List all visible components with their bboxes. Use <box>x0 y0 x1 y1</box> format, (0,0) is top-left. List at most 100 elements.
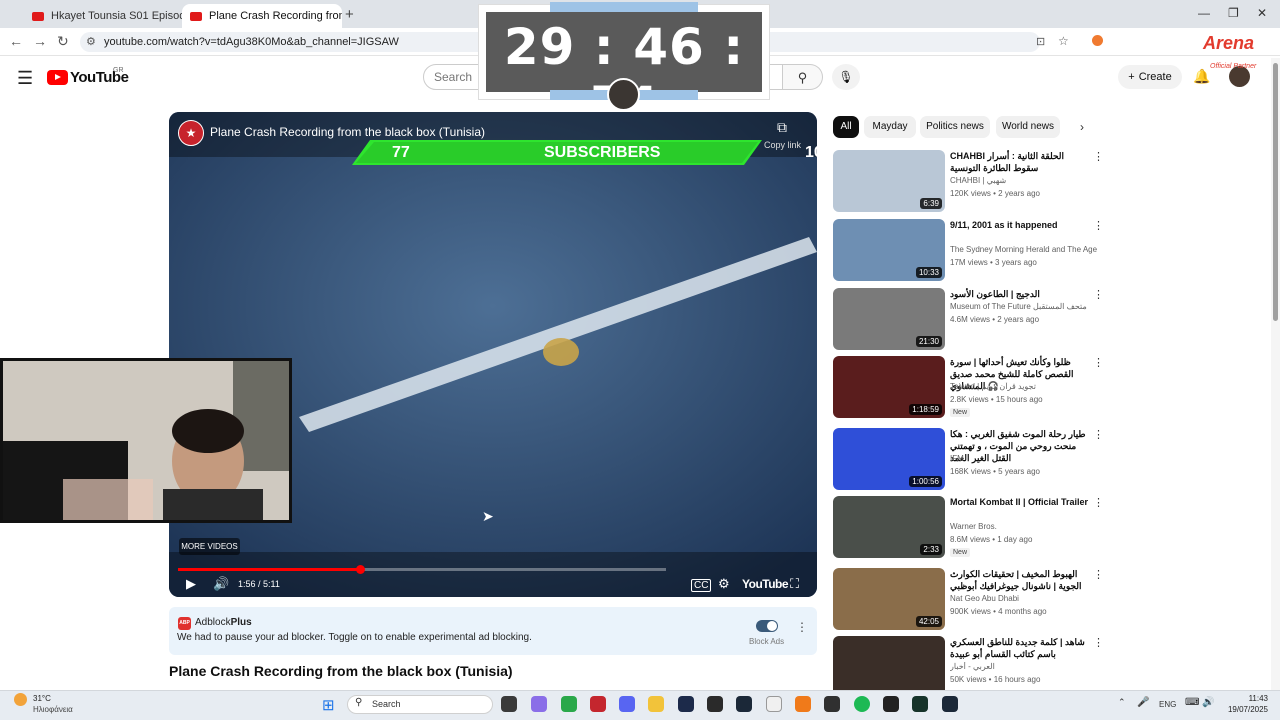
maximize-button[interactable]: ❐ <box>1228 6 1239 20</box>
task-view-icon[interactable] <box>501 696 517 712</box>
video-thumbnail[interactable]: 2:33 <box>833 496 945 558</box>
video-title[interactable]: 9/11, 2001 as it happened <box>950 219 1090 231</box>
recommended-video[interactable]: 42:05 الهبوط المخيف | تحقيقات الكوارث الج… <box>833 568 1105 630</box>
weather-sun-icon[interactable] <box>14 693 27 706</box>
channel-name[interactable]: Warner Bros. <box>950 522 1100 531</box>
app-grid-icon[interactable] <box>707 696 723 712</box>
video-thumbnail[interactable] <box>833 636 945 698</box>
scrollbar-thumb[interactable] <box>1273 63 1278 321</box>
input-language[interactable]: ENG <box>1159 700 1176 709</box>
video-thumbnail[interactable]: 1:18:59 <box>833 356 945 418</box>
weather-description[interactable]: Ηλιοφάνεια <box>33 705 73 714</box>
voice-search-button[interactable]: 🎙 <box>832 64 860 90</box>
channel-name[interactable]: CHAHBI | شهبي <box>950 176 1100 185</box>
windows-start-icon[interactable]: ⊞ <box>322 696 335 714</box>
captions-icon[interactable]: CC <box>691 579 712 592</box>
more-actions-icon[interactable]: ⋮ <box>1093 288 1104 301</box>
channel-name[interactable]: IFM <box>950 454 1100 463</box>
tab-plane-crash[interactable]: Plane Crash Recording from 🔊 ✕ <box>182 4 342 28</box>
clock-time[interactable]: 11:43 <box>1220 694 1268 703</box>
video-title[interactable]: الهبوط المخيف | تحقيقات الكوارث الجوية |… <box>950 568 1090 592</box>
more-actions-icon[interactable]: ⋮ <box>1093 219 1104 232</box>
more-actions-icon[interactable]: ⋮ <box>1093 636 1104 649</box>
more-actions-icon[interactable]: ⋮ <box>1093 568 1104 581</box>
video-title[interactable]: الدجيج | الطاعون الأسود <box>950 288 1090 300</box>
more-actions-icon[interactable]: ⋮ <box>1093 428 1104 441</box>
site-info-icon[interactable]: ⚙ <box>86 35 96 48</box>
hamburger-menu-icon[interactable]: ☰ <box>17 68 33 89</box>
taskbar-search-input[interactable] <box>347 695 493 714</box>
volume-icon[interactable]: 🔊 <box>213 576 229 592</box>
progress-scrubber[interactable] <box>356 565 366 574</box>
recommended-video[interactable]: شاهد | كلمة جديدة للناطق العسكري باسم كت… <box>833 636 1105 698</box>
copilot-icon[interactable] <box>531 696 547 712</box>
back-arrow-icon[interactable]: ← <box>9 33 23 49</box>
recommended-video[interactable]: 6:39 CHAHBI الحلقة الثانية : أسرار سقوط ا… <box>833 150 1105 212</box>
chrome-icon[interactable] <box>561 696 577 712</box>
video-title[interactable]: شاهد | كلمة جديدة للناطق العسكري باسم كت… <box>950 636 1090 660</box>
obs-icon[interactable] <box>824 696 840 712</box>
chip-all[interactable]: All <box>833 116 859 138</box>
more-actions-icon[interactable]: ⋮ <box>1093 496 1104 509</box>
notifications-bell-icon[interactable]: 🔔 <box>1193 68 1210 85</box>
app-orange-icon[interactable] <box>795 696 811 712</box>
tab-hkayet-tounsia[interactable]: Hkayet Tounsia S01 Episode 22 | ✕ <box>24 4 182 28</box>
volume-tray-icon[interactable]: 🔊 <box>1202 697 1214 708</box>
more-actions-icon[interactable]: ⋮ <box>1093 356 1104 369</box>
copy-link-label[interactable]: Copy link <box>764 140 801 150</box>
channel-name[interactable]: Nat Geo Abu Dhabi <box>950 594 1100 603</box>
recommended-video[interactable]: 1:00:56 طيار رحلة الموت شفيق الغربي : هكا… <box>833 428 1105 490</box>
video-thumbnail[interactable]: 21:30 <box>833 288 945 350</box>
create-button[interactable]: + Create <box>1118 65 1182 89</box>
url-text[interactable]: youtube.com/watch?v=tdAgu38K0Mo&ab_chann… <box>104 36 399 48</box>
chip-mayday[interactable]: Mayday <box>864 116 916 138</box>
spotify-icon[interactable] <box>854 696 870 712</box>
search-button[interactable]: ⚲ <box>783 64 823 90</box>
channel-name[interactable]: العربي - أخبار <box>950 662 1100 671</box>
file-explorer-icon[interactable] <box>648 696 664 712</box>
new-tab-button[interactable]: + <box>345 6 354 23</box>
recommended-video[interactable]: 21:30 الدجيج | الطاعون الأسود Museum of Th… <box>833 288 1105 350</box>
notion-icon[interactable] <box>766 696 782 712</box>
network-icon[interactable]: ⌨ <box>1185 697 1199 708</box>
player-title[interactable]: Plane Crash Recording from the black box… <box>210 125 485 139</box>
steam-client-icon[interactable] <box>942 696 958 712</box>
channel-name[interactable]: The Sydney Morning Herald and The Age <box>950 245 1100 254</box>
fullscreen-icon[interactable]: ⛶ <box>790 576 799 592</box>
more-videos-button[interactable]: MORE VIDEOS <box>179 538 240 555</box>
reload-icon[interactable]: ↻ <box>57 33 69 50</box>
copy-link-icon[interactable]: ⧉ <box>777 119 787 136</box>
video-thumbnail[interactable]: 1:00:56 <box>833 428 945 490</box>
more-actions-icon[interactable]: ⋮ <box>1093 150 1104 163</box>
youtube-watermark[interactable]: YouTube <box>742 577 789 591</box>
weather-temperature[interactable]: 31°C <box>33 694 51 703</box>
chevron-right-icon[interactable]: › <box>1080 120 1084 134</box>
extension-icon[interactable] <box>1092 35 1103 46</box>
app-red-icon[interactable] <box>590 696 606 712</box>
app-black-icon[interactable] <box>883 696 899 712</box>
recommended-video[interactable]: 2:33 Mortal Kombat II | Official Trailer W… <box>833 496 1105 558</box>
app-dark-icon[interactable] <box>678 696 694 712</box>
discord-icon[interactable] <box>619 696 635 712</box>
forward-arrow-icon[interactable]: → <box>33 33 47 49</box>
steam-icon[interactable] <box>736 696 752 712</box>
recommended-video[interactable]: 1:18:59 ظلوا وكأنك تعيش أحداثها | سورة ال… <box>833 356 1105 418</box>
block-ads-toggle[interactable] <box>756 620 778 632</box>
video-title[interactable]: Mortal Kombat II | Official Trailer <box>950 496 1090 508</box>
video-thumbnail[interactable]: 42:05 <box>833 568 945 630</box>
install-app-icon[interactable]: ⊡ <box>1036 35 1045 48</box>
chip-world-news[interactable]: World news <box>996 116 1060 138</box>
clock-date[interactable]: 19/07/2025 <box>1220 705 1268 714</box>
microphone-tray-icon[interactable]: 🎤 <box>1137 697 1149 708</box>
settings-gear-icon[interactable]: ⚙ <box>718 576 730 592</box>
video-thumbnail[interactable]: 10:33 <box>833 219 945 281</box>
channel-avatar-icon[interactable]: ★ <box>178 120 204 146</box>
recommended-video[interactable]: 10:33 9/11, 2001 as it happened The Sydney… <box>833 219 1105 281</box>
tray-chevron-icon[interactable]: ⌃ <box>1118 697 1126 708</box>
close-window-button[interactable]: ✕ <box>1257 6 1267 20</box>
channel-name[interactable]: Museum of The Future متحف المستقبل <box>950 302 1100 311</box>
bookmark-star-icon[interactable]: ☆ <box>1058 34 1069 48</box>
app-green-icon[interactable] <box>912 696 928 712</box>
video-title[interactable]: CHAHBI الحلقة الثانية : أسرار سقوط الطائ… <box>950 150 1090 174</box>
play-icon[interactable]: ▶ <box>186 576 196 592</box>
